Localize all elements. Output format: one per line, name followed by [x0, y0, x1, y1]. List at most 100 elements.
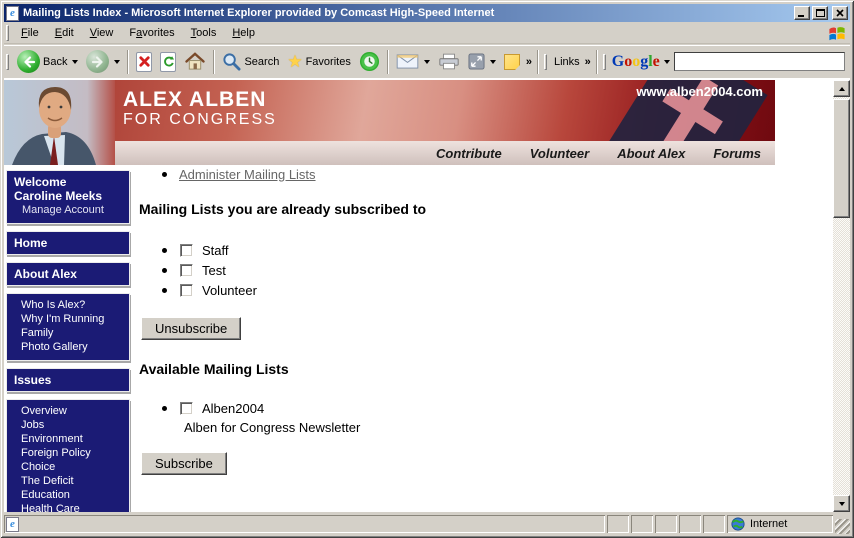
security-zone-pane: Internet	[727, 515, 833, 533]
google-bar-grip[interactable]	[602, 53, 606, 70]
sidebar-link[interactable]: Jobs	[21, 418, 125, 432]
sidebar-link[interactable]: Education	[21, 488, 125, 502]
status-pane	[703, 515, 725, 533]
sidebar-link[interactable]: Environment	[21, 432, 125, 446]
admin-list-item: Administer Mailing Lists	[162, 167, 316, 182]
window-resize-grip[interactable]	[835, 519, 850, 534]
mailing-list-checkbox[interactable]	[180, 263, 193, 277]
sidebar-link[interactable]: The Deficit	[21, 474, 125, 488]
mailing-list-checkbox[interactable]	[180, 283, 193, 297]
mailing-list-label: Alben2004	[202, 400, 265, 416]
google-logo[interactable]: Google	[610, 53, 662, 71]
status-bar: Internet	[4, 512, 850, 534]
forward-icon	[86, 50, 110, 73]
forward-dropdown-icon[interactable]	[114, 59, 121, 64]
sidebar-link[interactable]: Family	[21, 326, 125, 340]
subscribed-lists: Staff Test Volunteer	[162, 242, 257, 302]
sidebar-link[interactable]: Photo Gallery	[21, 340, 125, 354]
available-lists-heading: Available Mailing Lists	[139, 361, 289, 377]
toolbar-separator	[213, 49, 216, 74]
close-button[interactable]	[832, 6, 848, 20]
mailing-list-checkbox[interactable]	[180, 243, 193, 257]
links-bar-grip[interactable]	[543, 53, 547, 70]
zone-label: Internet	[750, 518, 788, 530]
mail-dropdown-icon[interactable]	[423, 59, 430, 64]
refresh-button[interactable]	[156, 50, 180, 74]
history-button[interactable]	[355, 49, 384, 74]
sidebar-link[interactable]: Why I'm Running	[21, 312, 125, 326]
sidebar-header-about-alex[interactable]: About Alex	[6, 262, 130, 286]
mailing-list-row: Test	[162, 262, 257, 278]
menu-bar: File Edit View Favorites Tools Help	[4, 23, 850, 44]
back-label: Back	[43, 55, 68, 68]
home-button[interactable]	[180, 50, 210, 73]
links-bar-label[interactable]: Links	[551, 56, 583, 68]
title-bar: Mailing Lists Index - Microsoft Internet…	[4, 4, 850, 22]
unsubscribe-button[interactable]: Unsubscribe	[141, 317, 242, 340]
minimize-button[interactable]	[794, 6, 810, 20]
mailing-list-checkbox[interactable]	[180, 401, 193, 415]
mailing-list-label: Test	[202, 262, 226, 278]
notes-button[interactable]	[500, 52, 524, 72]
menu-item[interactable]: View	[82, 24, 122, 42]
mail-button[interactable]	[392, 52, 434, 71]
sidebar-item-home[interactable]: Home	[6, 231, 130, 255]
google-letter: e	[652, 52, 660, 70]
fullscreen-button[interactable]	[464, 51, 500, 72]
menu-item[interactable]: File	[13, 24, 47, 42]
scroll-down-icon	[838, 501, 845, 506]
sidebar-link[interactable]: Foreign Policy	[21, 446, 125, 460]
back-button[interactable]: Back	[13, 48, 82, 75]
sidebar-header-issues[interactable]: Issues	[6, 368, 130, 392]
scroll-up-button[interactable]	[833, 80, 850, 97]
links-overflow-chevron[interactable]: »	[583, 56, 593, 68]
sidebar-link[interactable]: Choice	[21, 460, 125, 474]
welcome-label: Welcome	[14, 175, 67, 189]
vertical-scrollbar[interactable]	[833, 80, 850, 512]
sidebar-link[interactable]: Health Care	[21, 502, 125, 512]
issues-links: Overview Jobs Environment Foreign Policy Cho…	[6, 399, 130, 512]
administer-mailing-lists-link[interactable]: Administer Mailing Lists	[179, 167, 316, 182]
bullet-icon	[162, 172, 167, 177]
search-button[interactable]: Search	[218, 50, 283, 73]
scroll-up-icon	[838, 86, 845, 91]
window-title: Mailing Lists Index - Microsoft Internet…	[23, 7, 495, 19]
menu-item[interactable]: Favorites	[121, 24, 182, 42]
menu-item[interactable]: Help	[224, 24, 263, 42]
mailing-list-row: Staff	[162, 242, 257, 258]
menu-item[interactable]: Tools	[183, 24, 225, 42]
fullscreen-dropdown-icon[interactable]	[489, 59, 496, 64]
available-list-item: Alben2004 Alben for Congress Newsletter	[162, 400, 360, 435]
scroll-down-button[interactable]	[833, 495, 850, 512]
toolbar-grip[interactable]	[6, 53, 9, 70]
stop-button[interactable]	[132, 50, 156, 74]
toolbar-overflow-chevron[interactable]: »	[524, 56, 534, 68]
sidebar-link[interactable]: Overview	[21, 404, 125, 418]
google-letter: G	[611, 52, 625, 70]
forward-button[interactable]	[82, 48, 124, 75]
menu-item[interactable]: Edit	[47, 24, 82, 42]
google-search-input[interactable]	[673, 52, 845, 71]
print-button[interactable]	[434, 51, 464, 72]
browser-window: Mailing Lists Index - Microsoft Internet…	[0, 0, 854, 538]
status-pane	[631, 515, 653, 533]
favorites-button[interactable]: ★ Favorites	[283, 51, 355, 72]
notes-icon	[503, 53, 520, 70]
scrollbar-thumb[interactable]	[833, 99, 850, 218]
menubar-grip[interactable]	[6, 25, 9, 41]
mailing-list-description: Alben for Congress Newsletter	[184, 420, 361, 435]
maximize-icon	[815, 9, 825, 17]
maximize-button[interactable]	[812, 6, 828, 20]
bullet-icon	[162, 405, 167, 411]
bullet-icon	[162, 287, 167, 293]
minimize-icon	[798, 15, 804, 17]
google-dropdown-icon[interactable]	[663, 59, 670, 64]
standard-toolbar: Back Search ★ Favorites » Links » Google	[4, 45, 850, 77]
subscribe-button[interactable]: Subscribe	[141, 452, 227, 475]
mailing-list-row: Volunteer	[162, 282, 257, 298]
sidebar-link[interactable]: Who Is Alex?	[21, 298, 125, 312]
main-content: Administer Mailing Lists Mailing Lists y…	[135, 78, 830, 512]
back-dropdown-icon[interactable]	[72, 59, 79, 64]
candidate-photo	[4, 80, 115, 165]
manage-account-link[interactable]: Manage Account	[14, 203, 122, 217]
